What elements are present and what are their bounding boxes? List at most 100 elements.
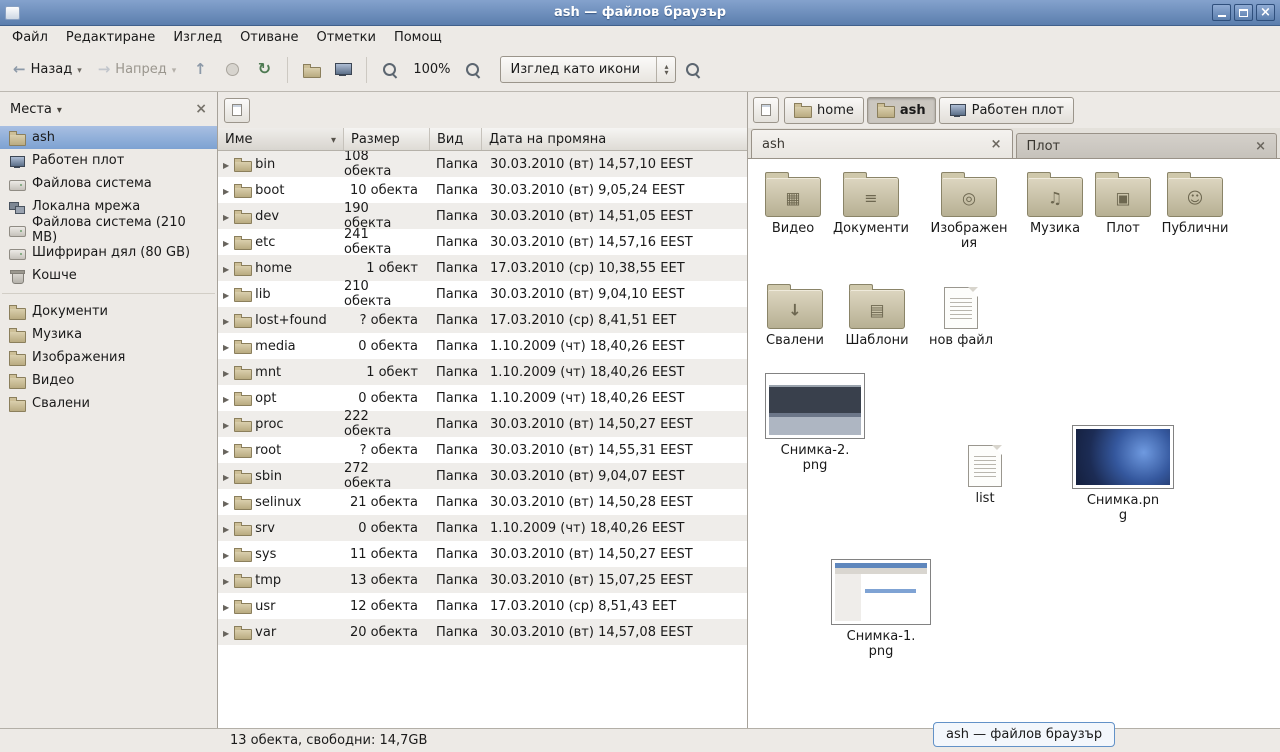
expander-icon[interactable] xyxy=(223,391,229,406)
expander-icon[interactable] xyxy=(223,469,229,484)
window-icon[interactable] xyxy=(5,6,20,20)
table-row[interactable]: boot 10 обекта Папка 30.03.2010 (вт) 9,0… xyxy=(218,177,747,203)
table-row[interactable]: opt 0 обекта Папка 1.10.2009 (чт) 18,40,… xyxy=(218,385,747,411)
computer-button[interactable] xyxy=(328,55,358,85)
table-row[interactable]: home 1 обект Папка 17.03.2010 (ср) 10,38… xyxy=(218,255,747,281)
sidebar-title[interactable]: Места xyxy=(10,102,52,117)
sidebar-item[interactable]: ash xyxy=(0,126,217,149)
view-mode-select[interactable]: Изглед като икони xyxy=(500,56,676,83)
table-row[interactable]: tmp 13 обекта Папка 30.03.2010 (вт) 15,0… xyxy=(218,567,747,593)
sidebar-close-icon[interactable] xyxy=(195,101,207,117)
expander-icon[interactable] xyxy=(223,365,229,380)
sidebar-item[interactable]: Работен плот xyxy=(0,149,217,172)
table-row[interactable]: lost+found ? обекта Папка 17.03.2010 (ср… xyxy=(218,307,747,333)
stop-button[interactable] xyxy=(217,55,247,85)
expander-icon[interactable] xyxy=(223,495,229,510)
file-icon-item[interactable]: нов файл xyxy=(922,281,1000,348)
path-button[interactable]: ash xyxy=(867,97,936,124)
sidebar-item[interactable]: Документи xyxy=(0,300,217,323)
file-icon-item[interactable]: Публични xyxy=(1156,169,1234,236)
image-thumbnail xyxy=(1072,425,1174,489)
sidebar-item[interactable]: Шифриран дял (80 GB) xyxy=(0,241,217,264)
home-button[interactable] xyxy=(296,55,326,85)
file-icon-item[interactable]: list xyxy=(946,439,1024,506)
expander-icon[interactable] xyxy=(223,339,229,354)
column-header-date[interactable]: Дата на промяна xyxy=(482,128,747,150)
expander-icon[interactable] xyxy=(223,443,229,458)
file-icon-item[interactable]: Изображения xyxy=(930,169,1008,251)
menu-item[interactable]: Отиване xyxy=(231,26,307,48)
expander-icon[interactable] xyxy=(223,313,229,328)
tab[interactable]: Плот xyxy=(1016,133,1278,158)
zoom-in-button[interactable] xyxy=(458,55,488,85)
menu-item[interactable]: Редактиране xyxy=(57,26,164,48)
expander-icon[interactable] xyxy=(223,287,229,302)
menu-item[interactable]: Файл xyxy=(3,26,57,48)
zoom-out-button[interactable] xyxy=(375,55,405,85)
tab[interactable]: ash xyxy=(751,129,1013,158)
file-icon-item[interactable]: Снимка-1.png xyxy=(826,559,936,659)
expander-icon[interactable] xyxy=(223,261,229,276)
table-row[interactable]: proc 222 обекта Папка 30.03.2010 (вт) 14… xyxy=(218,411,747,437)
table-row[interactable]: root ? обекта Папка 30.03.2010 (вт) 14,5… xyxy=(218,437,747,463)
up-button[interactable]: ↑ xyxy=(185,55,215,85)
table-row[interactable]: mnt 1 обект Папка 1.10.2009 (чт) 18,40,2… xyxy=(218,359,747,385)
file-icon-item[interactable]: Снимка-2.png xyxy=(760,373,870,473)
file-icon-item[interactable]: Плот xyxy=(1084,169,1162,236)
pathbar-root-button[interactable] xyxy=(753,97,779,123)
search-button[interactable] xyxy=(678,55,708,85)
close-button[interactable] xyxy=(1256,4,1275,21)
file-icon-item[interactable]: Документи xyxy=(832,169,910,236)
column-header-name[interactable]: Име xyxy=(218,128,344,150)
file-icon-item[interactable]: Шаблони xyxy=(838,281,916,348)
path-button[interactable]: home xyxy=(784,97,864,124)
table-row[interactable]: var 20 обекта Папка 30.03.2010 (вт) 14,5… xyxy=(218,619,747,645)
sidebar-item[interactable]: Файлова система xyxy=(0,172,217,195)
file-icon-item[interactable]: Снимка.png xyxy=(1068,425,1178,523)
reload-button[interactable] xyxy=(249,55,279,85)
tab-close-icon[interactable] xyxy=(991,137,1002,152)
tab-close-icon[interactable] xyxy=(1255,139,1266,154)
sidebar-item[interactable]: Видео xyxy=(0,369,217,392)
table-row[interactable]: selinux 21 обекта Папка 30.03.2010 (вт) … xyxy=(218,489,747,515)
expander-icon[interactable] xyxy=(223,235,229,250)
sidebar-item[interactable]: Свалени xyxy=(0,392,217,415)
maximize-button[interactable] xyxy=(1234,4,1253,21)
sidebar-item[interactable]: Файлова система (210 MB) xyxy=(0,218,217,241)
table-row[interactable]: etc 241 обекта Папка 30.03.2010 (вт) 14,… xyxy=(218,229,747,255)
expander-icon[interactable] xyxy=(223,599,229,614)
expander-icon[interactable] xyxy=(223,157,229,172)
file-icon-item[interactable]: Видео xyxy=(754,169,832,236)
expander-icon[interactable] xyxy=(223,573,229,588)
forward-button[interactable]: → Напред xyxy=(91,57,184,82)
location-toggle-button[interactable] xyxy=(224,98,250,123)
table-row[interactable]: bin 108 обекта Папка 30.03.2010 (вт) 14,… xyxy=(218,151,747,177)
icon-view[interactable]: Видео Документи Изображения xyxy=(748,158,1280,728)
expander-icon[interactable] xyxy=(223,183,229,198)
file-icon-item[interactable]: Музика xyxy=(1016,169,1094,236)
expander-icon[interactable] xyxy=(223,521,229,536)
sidebar-item[interactable]: Изображения xyxy=(0,346,217,369)
table-row[interactable]: lib 210 обекта Папка 30.03.2010 (вт) 9,0… xyxy=(218,281,747,307)
table-row[interactable]: sys 11 обекта Папка 30.03.2010 (вт) 14,5… xyxy=(218,541,747,567)
expander-icon[interactable] xyxy=(223,547,229,562)
table-row[interactable]: dev 190 обекта Папка 30.03.2010 (вт) 14,… xyxy=(218,203,747,229)
menu-item[interactable]: Помощ xyxy=(385,26,451,48)
back-button[interactable]: ← Назад xyxy=(6,57,89,82)
table-row[interactable]: sbin 272 обекта Папка 30.03.2010 (вт) 9,… xyxy=(218,463,747,489)
expander-icon[interactable] xyxy=(223,417,229,432)
file-icon-item[interactable]: Свалени xyxy=(756,281,834,348)
expander-icon[interactable] xyxy=(223,209,229,224)
column-header-size[interactable]: Размер xyxy=(344,128,430,150)
column-header-type[interactable]: Вид xyxy=(430,128,482,150)
menu-item[interactable]: Изглед xyxy=(164,26,231,48)
menu-item[interactable]: Отметки xyxy=(307,26,384,48)
minimize-button[interactable] xyxy=(1212,4,1231,21)
table-row[interactable]: media 0 обекта Папка 1.10.2009 (чт) 18,4… xyxy=(218,333,747,359)
sidebar-item[interactable]: Кошче xyxy=(0,264,217,287)
table-row[interactable]: srv 0 обекта Папка 1.10.2009 (чт) 18,40,… xyxy=(218,515,747,541)
path-button[interactable]: Работен плот xyxy=(939,97,1074,124)
sidebar-item[interactable]: Музика xyxy=(0,323,217,346)
expander-icon[interactable] xyxy=(223,625,229,640)
table-row[interactable]: usr 12 обекта Папка 17.03.2010 (ср) 8,51… xyxy=(218,593,747,619)
